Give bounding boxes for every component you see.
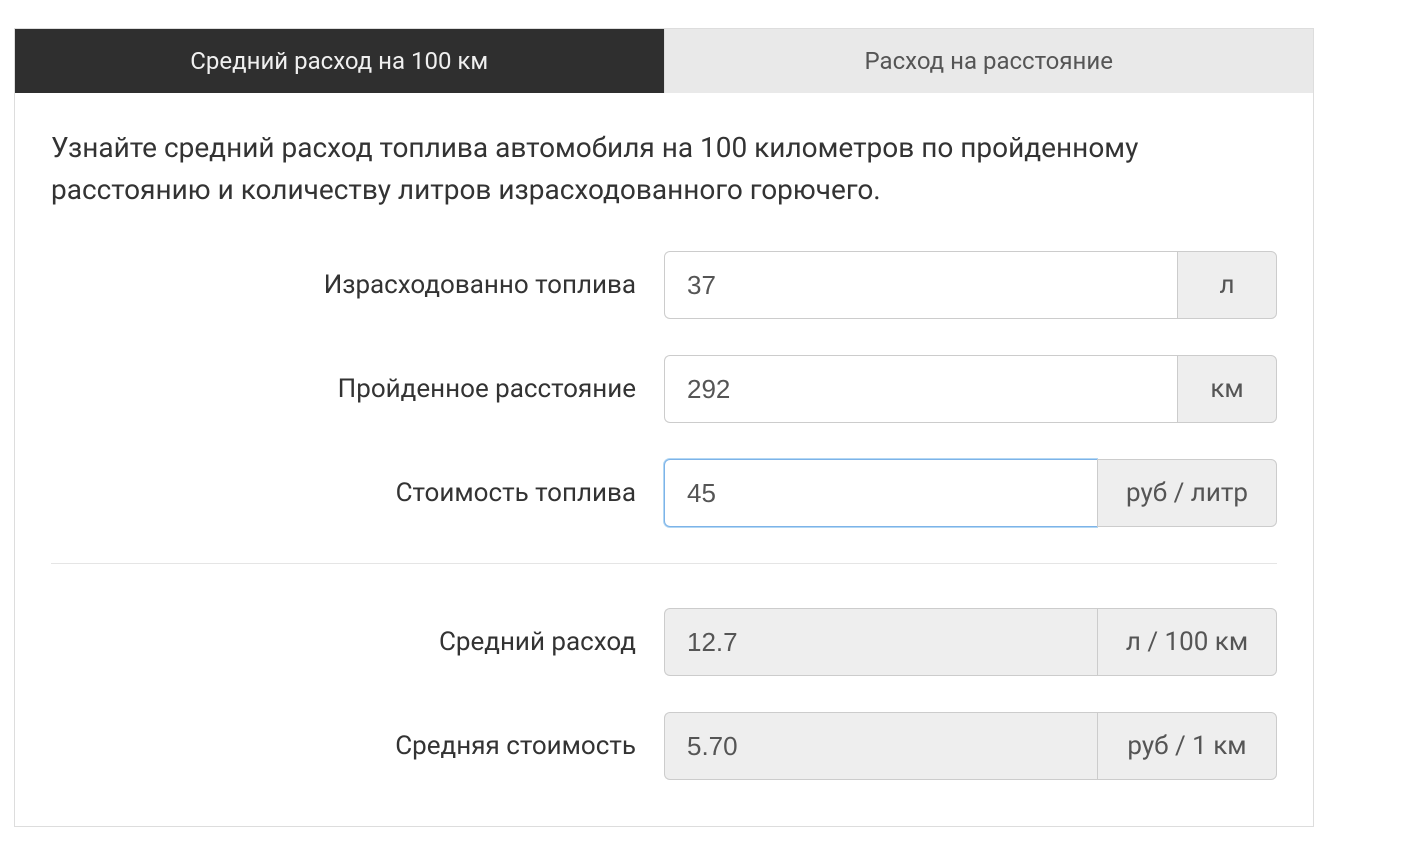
tab-avg-per-100km[interactable]: Средний расход на 100 км bbox=[15, 29, 664, 93]
calculator-panel: Средний расход на 100 км Расход на расст… bbox=[14, 28, 1314, 827]
label-distance: Пройденное расстояние bbox=[51, 374, 664, 404]
label-avg-cost: Средняя стоимость bbox=[51, 731, 664, 761]
control-fuel-spent: л bbox=[664, 251, 1277, 319]
control-fuel-cost: руб / литр bbox=[664, 459, 1277, 527]
unit-distance: км bbox=[1177, 355, 1277, 423]
label-avg-consumption: Средний расход bbox=[51, 627, 664, 657]
row-avg-cost: Средняя стоимость руб / 1 км bbox=[51, 712, 1277, 780]
row-fuel-cost: Стоимость топлива руб / литр bbox=[51, 459, 1277, 527]
output-group-avg-cost: руб / 1 км bbox=[664, 712, 1277, 780]
row-fuel-spent: Израсходованно топлива л bbox=[51, 251, 1277, 319]
output-group-avg-consumption: л / 100 км bbox=[664, 608, 1277, 676]
separator bbox=[51, 563, 1277, 564]
control-distance: км bbox=[664, 355, 1277, 423]
label-fuel-spent: Израсходованно топлива bbox=[51, 270, 664, 300]
output-avg-cost bbox=[664, 712, 1097, 780]
unit-fuel-cost: руб / литр bbox=[1097, 459, 1277, 527]
unit-fuel-spent: л bbox=[1177, 251, 1277, 319]
label-fuel-cost: Стоимость топлива bbox=[51, 478, 664, 508]
input-fuel-spent[interactable] bbox=[664, 251, 1177, 319]
description-text: Узнайте средний расход топлива автомобил… bbox=[51, 127, 1277, 211]
unit-avg-cost: руб / 1 км bbox=[1097, 712, 1277, 780]
output-avg-consumption bbox=[664, 608, 1097, 676]
input-distance[interactable] bbox=[664, 355, 1177, 423]
unit-avg-consumption: л / 100 км bbox=[1097, 608, 1277, 676]
tab-content: Узнайте средний расход топлива автомобил… bbox=[15, 93, 1313, 826]
input-group-distance: км bbox=[664, 355, 1277, 423]
control-avg-consumption: л / 100 км bbox=[664, 608, 1277, 676]
tab-consumption-by-distance[interactable]: Расход на расстояние bbox=[664, 29, 1314, 93]
input-group-fuel-cost: руб / литр bbox=[664, 459, 1277, 527]
row-avg-consumption: Средний расход л / 100 км bbox=[51, 608, 1277, 676]
input-fuel-cost[interactable] bbox=[664, 459, 1097, 527]
row-distance: Пройденное расстояние км bbox=[51, 355, 1277, 423]
tabs: Средний расход на 100 км Расход на расст… bbox=[15, 29, 1313, 93]
input-group-fuel-spent: л bbox=[664, 251, 1277, 319]
control-avg-cost: руб / 1 км bbox=[664, 712, 1277, 780]
